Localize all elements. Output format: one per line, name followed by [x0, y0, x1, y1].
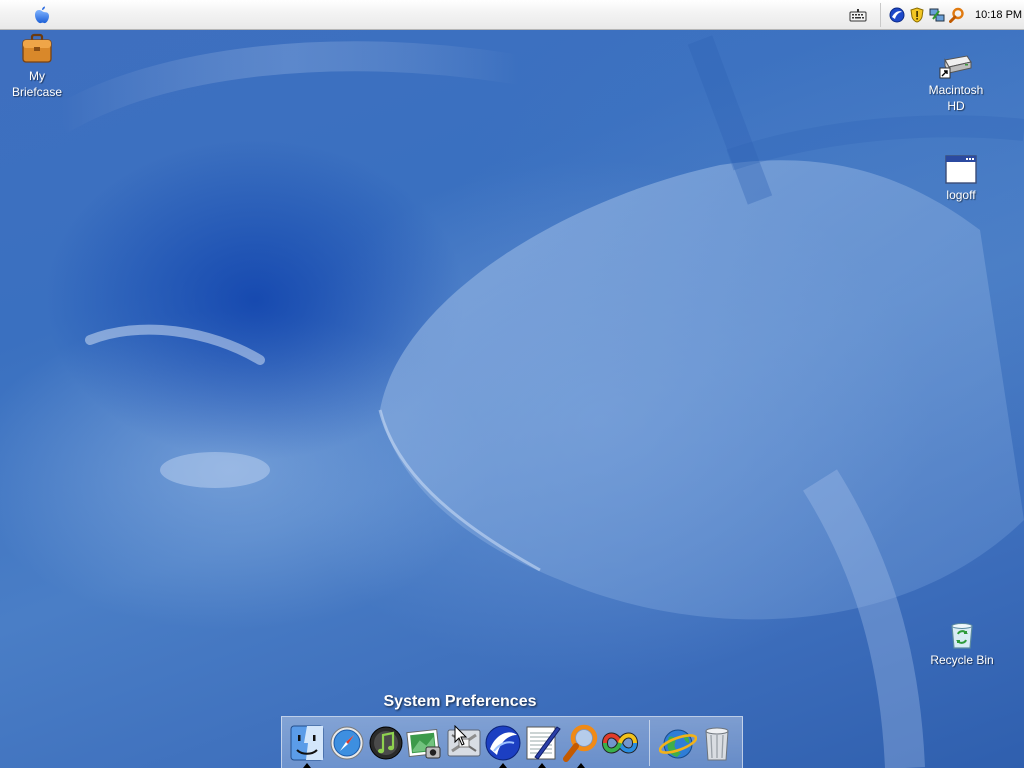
apple-icon — [35, 6, 49, 24]
seamonkey-icon — [485, 725, 521, 761]
itunes-icon — [369, 726, 403, 760]
wallpaper-swoosh — [52, 35, 1024, 768]
desktop-icon-recycle-bin[interactable]: Recycle Bin — [922, 620, 1002, 668]
keyboard-icon[interactable] — [849, 8, 867, 22]
dock-item-media-player[interactable] — [601, 723, 639, 763]
dock-item-trash[interactable] — [698, 723, 736, 763]
recycle-bin-icon — [951, 623, 973, 649]
menu-bar: 10:18 PM — [0, 0, 1024, 30]
hard-drive-icon — [939, 55, 972, 79]
dock-item-iphoto[interactable] — [406, 723, 444, 763]
system-tray: 10:18 PM — [880, 3, 1024, 27]
seamonkey-icon[interactable] — [889, 7, 905, 23]
desktop-icon-label: Recycle Bin — [930, 653, 994, 667]
running-indicator — [499, 763, 507, 768]
trash-icon — [705, 727, 729, 761]
desktop-icon-macintosh-hd[interactable]: Macintosh HD — [916, 52, 996, 114]
running-indicator — [303, 763, 311, 768]
dock-item-itunes[interactable] — [367, 723, 405, 763]
window-icon — [945, 155, 977, 184]
media-player-icon — [601, 732, 639, 754]
clock[interactable]: 10:18 PM — [975, 9, 1022, 21]
dock-item-sherlock[interactable] — [562, 723, 600, 768]
desktop-icon-logoff[interactable]: logoff — [921, 155, 1001, 203]
dock-item-seamonkey[interactable] — [484, 723, 522, 768]
desktop-icon-my-briefcase[interactable]: My Briefcase — [0, 32, 77, 100]
system-preferences-icon — [447, 729, 481, 757]
dock-item-textedit[interactable] — [523, 723, 561, 768]
desktop-icon-label: Macintosh HD — [928, 83, 984, 113]
apple-menu-button[interactable] — [31, 5, 53, 25]
desktop-icon-label: My Briefcase — [11, 69, 63, 99]
network-icon[interactable] — [929, 7, 945, 23]
dock-separator — [649, 720, 650, 766]
textedit-icon — [526, 726, 561, 760]
security-shield-icon[interactable] — [909, 7, 925, 23]
desktop[interactable]: 10:18 PM My Briefcase Macintosh HD logof… — [0, 0, 1024, 768]
running-indicator — [577, 763, 585, 768]
running-indicator — [538, 763, 546, 768]
finder-icon — [290, 725, 324, 761]
dock-tooltip: System Preferences — [383, 693, 537, 710]
dock-item-safari[interactable] — [328, 723, 366, 763]
briefcase-icon — [22, 33, 52, 63]
internet-globe-icon — [659, 729, 697, 759]
sherlock-magnifier-icon — [563, 724, 598, 762]
iphoto-icon — [406, 728, 441, 759]
desktop-icon-label: logoff — [946, 188, 976, 202]
search-magnifier-icon[interactable] — [949, 7, 965, 23]
safari-compass-icon — [330, 726, 364, 760]
dock-item-system-preferences[interactable] — [445, 723, 483, 763]
dock — [281, 716, 743, 768]
dock-item-internet[interactable] — [659, 723, 697, 763]
dock-item-finder[interactable] — [288, 723, 326, 768]
